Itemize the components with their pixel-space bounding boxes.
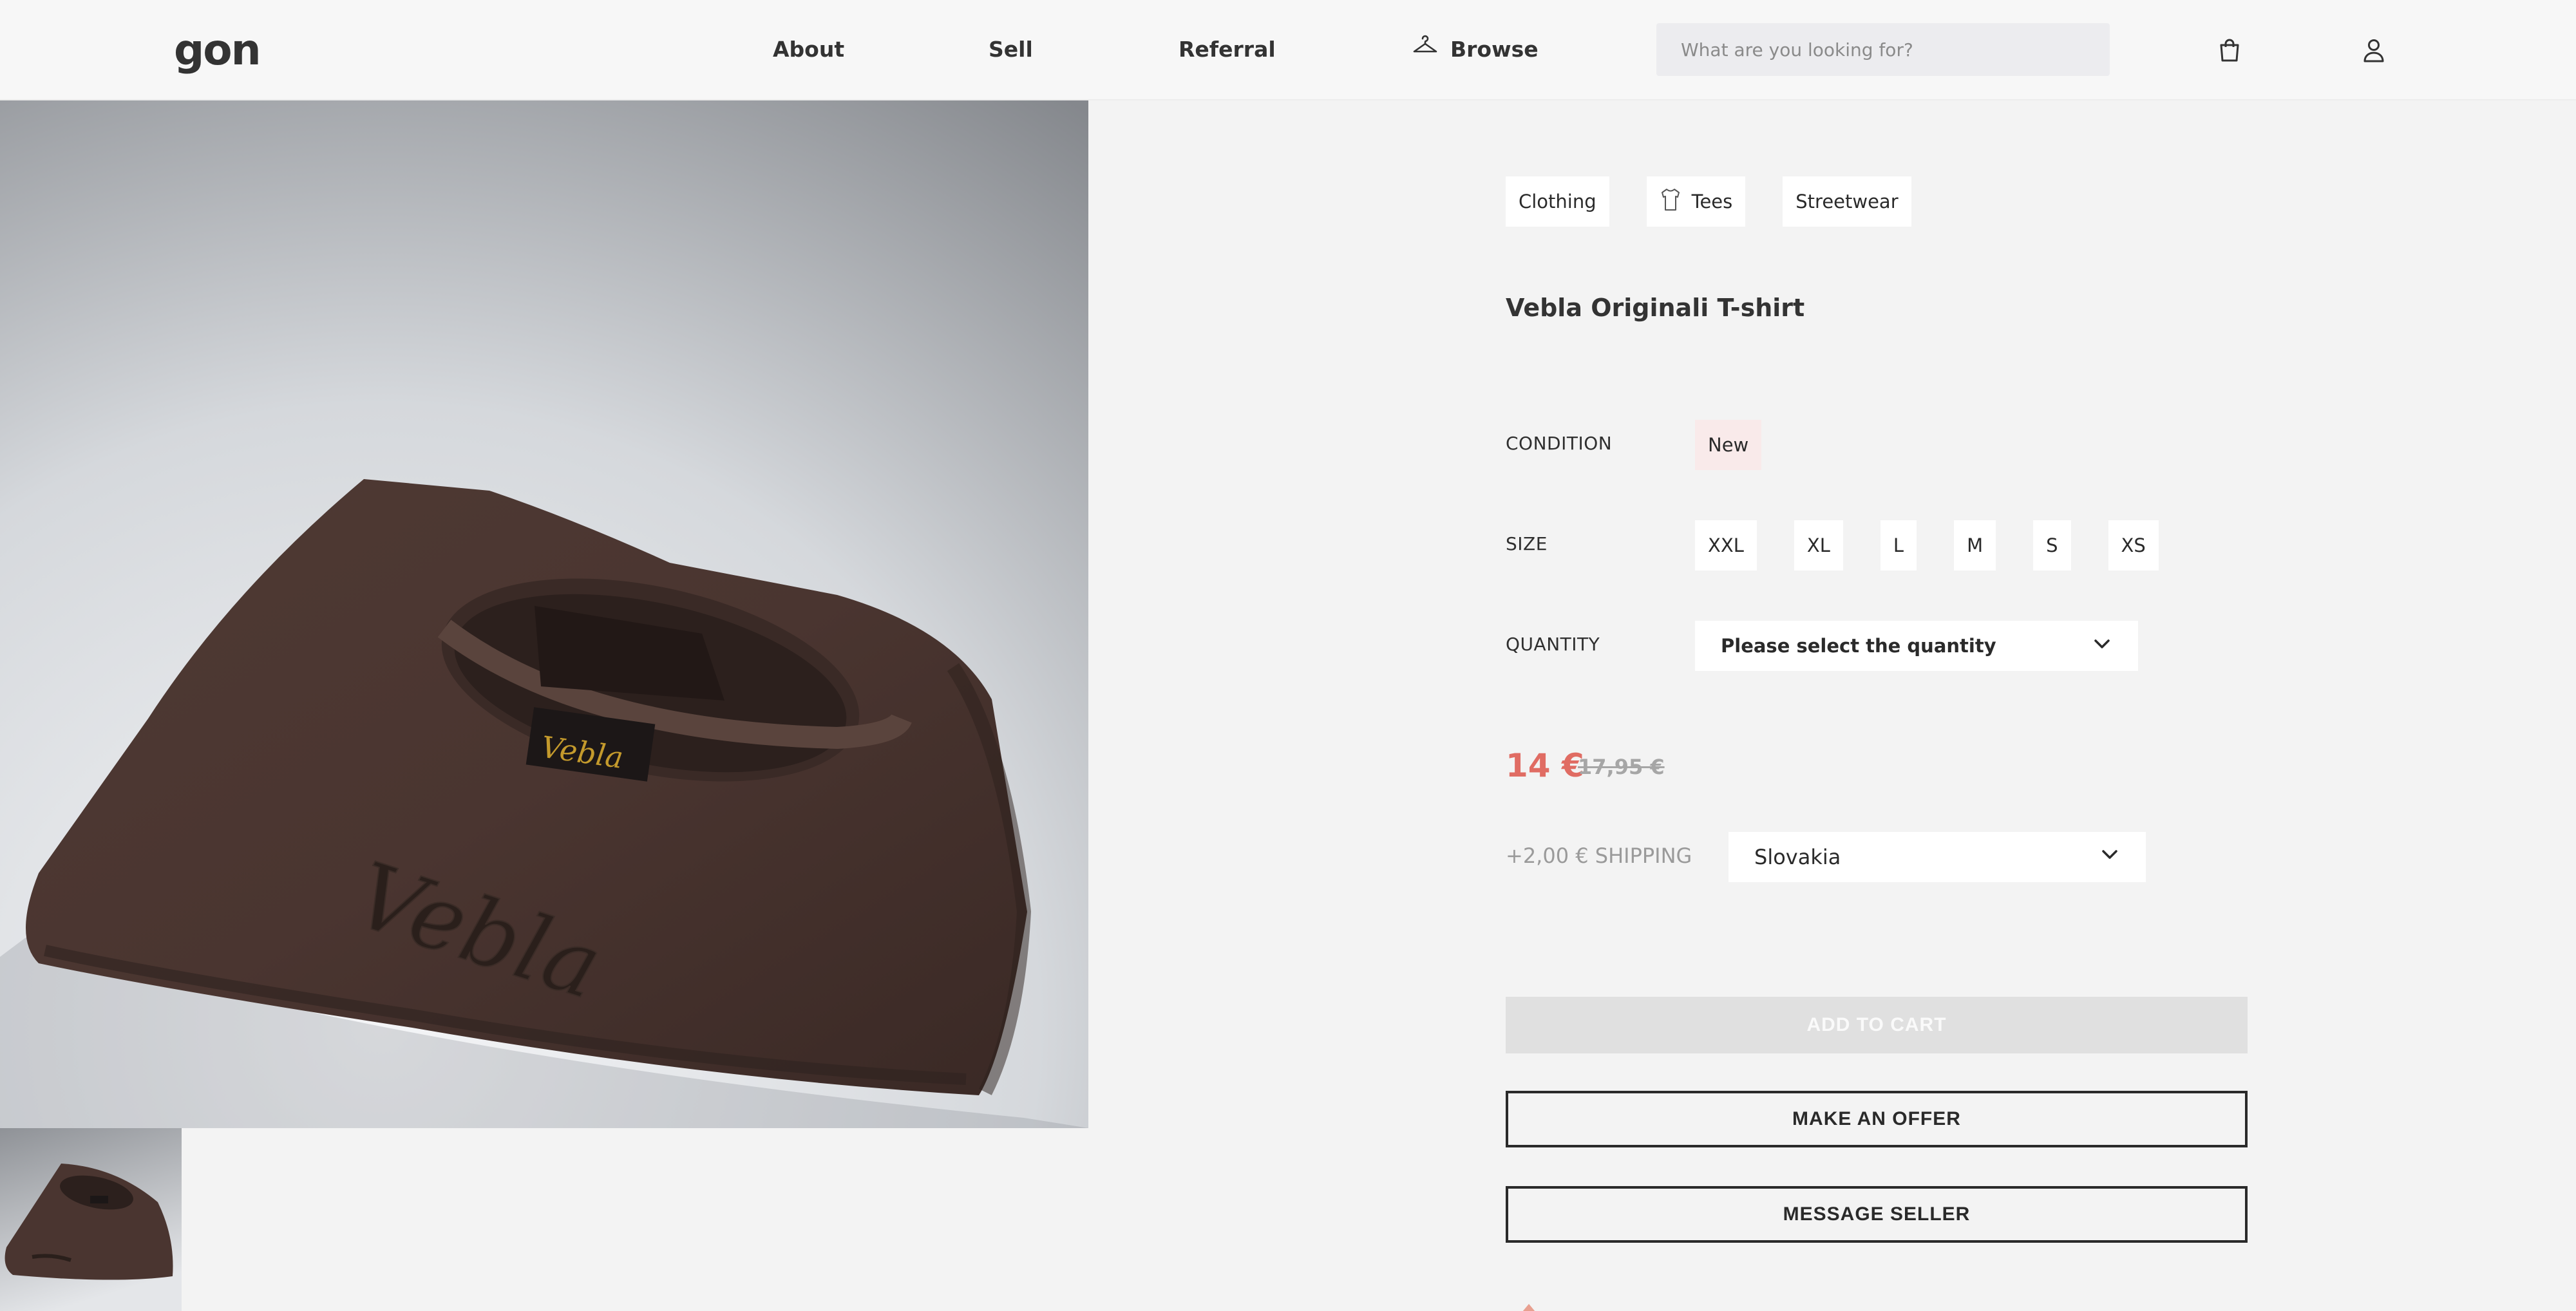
size-option-s[interactable]: S	[2033, 520, 2071, 571]
original-price: 17,95 €	[1578, 755, 1665, 779]
top-navigation-bar: gon About Sell Referral Browse	[0, 0, 2576, 100]
size-option-l[interactable]: L	[1880, 520, 1917, 571]
chevron-down-icon	[2092, 634, 2112, 659]
size-option-xs[interactable]: XS	[2108, 520, 2159, 571]
condition-label: CONDITION	[1506, 433, 1613, 454]
product-title: Vebla Originali T-shirt	[1506, 294, 1805, 322]
shipping-country-value: Slovakia	[1754, 845, 1841, 869]
user-icon[interactable]	[2360, 36, 2388, 64]
product-main-image[interactable]: Vebla Vebla	[0, 100, 1088, 1128]
size-option-m[interactable]: M	[1954, 520, 1996, 571]
nav-about-link[interactable]: About	[773, 33, 844, 66]
size-option-xxl[interactable]: XXL	[1695, 520, 1757, 571]
size-options: XXL XL L M S XS	[1695, 520, 2196, 571]
add-to-cart-button[interactable]: ADD TO CART	[1506, 997, 2248, 1053]
tag-tees[interactable]: Tees	[1646, 176, 1746, 227]
message-seller-button[interactable]: MESSAGE SELLER	[1506, 1186, 2248, 1243]
make-offer-button[interactable]: MAKE AN OFFER	[1506, 1091, 2248, 1147]
quantity-select-value: Please select the quantity	[1721, 635, 1996, 657]
condition-badge: New	[1695, 420, 1762, 470]
nav-browse-link[interactable]: Browse	[1412, 33, 1539, 66]
current-price: 14 €	[1506, 747, 1584, 784]
shipping-cost-label: +2,00 € SHIPPING	[1506, 844, 1692, 868]
search-input[interactable]	[1656, 23, 2110, 76]
product-thumbnail[interactable]	[0, 1128, 182, 1311]
hanger-icon	[1412, 32, 1450, 68]
tshirt-icon	[1660, 187, 1692, 216]
size-label: SIZE	[1506, 533, 1548, 554]
shipping-country-select[interactable]: Slovakia	[1728, 832, 2146, 882]
quantity-select[interactable]: Please select the quantity	[1695, 621, 2138, 671]
size-option-xl[interactable]: XL	[1794, 520, 1843, 571]
gon-logo[interactable]: gon	[174, 24, 261, 76]
nav-sell-link[interactable]: Sell	[989, 33, 1033, 66]
category-tags: Clothing Tees Streetwear	[1506, 176, 1911, 227]
partial-icon	[1517, 1302, 1540, 1311]
nav-referral-link[interactable]: Referral	[1179, 33, 1276, 66]
tag-clothing[interactable]: Clothing	[1506, 176, 1609, 227]
shopping-bag-icon[interactable]	[2215, 36, 2244, 64]
quantity-label: QUANTITY	[1506, 634, 1600, 655]
tag-streetwear[interactable]: Streetwear	[1783, 176, 1911, 227]
chevron-down-icon	[2099, 844, 2120, 870]
nav-browse-label: Browse	[1450, 37, 1539, 62]
